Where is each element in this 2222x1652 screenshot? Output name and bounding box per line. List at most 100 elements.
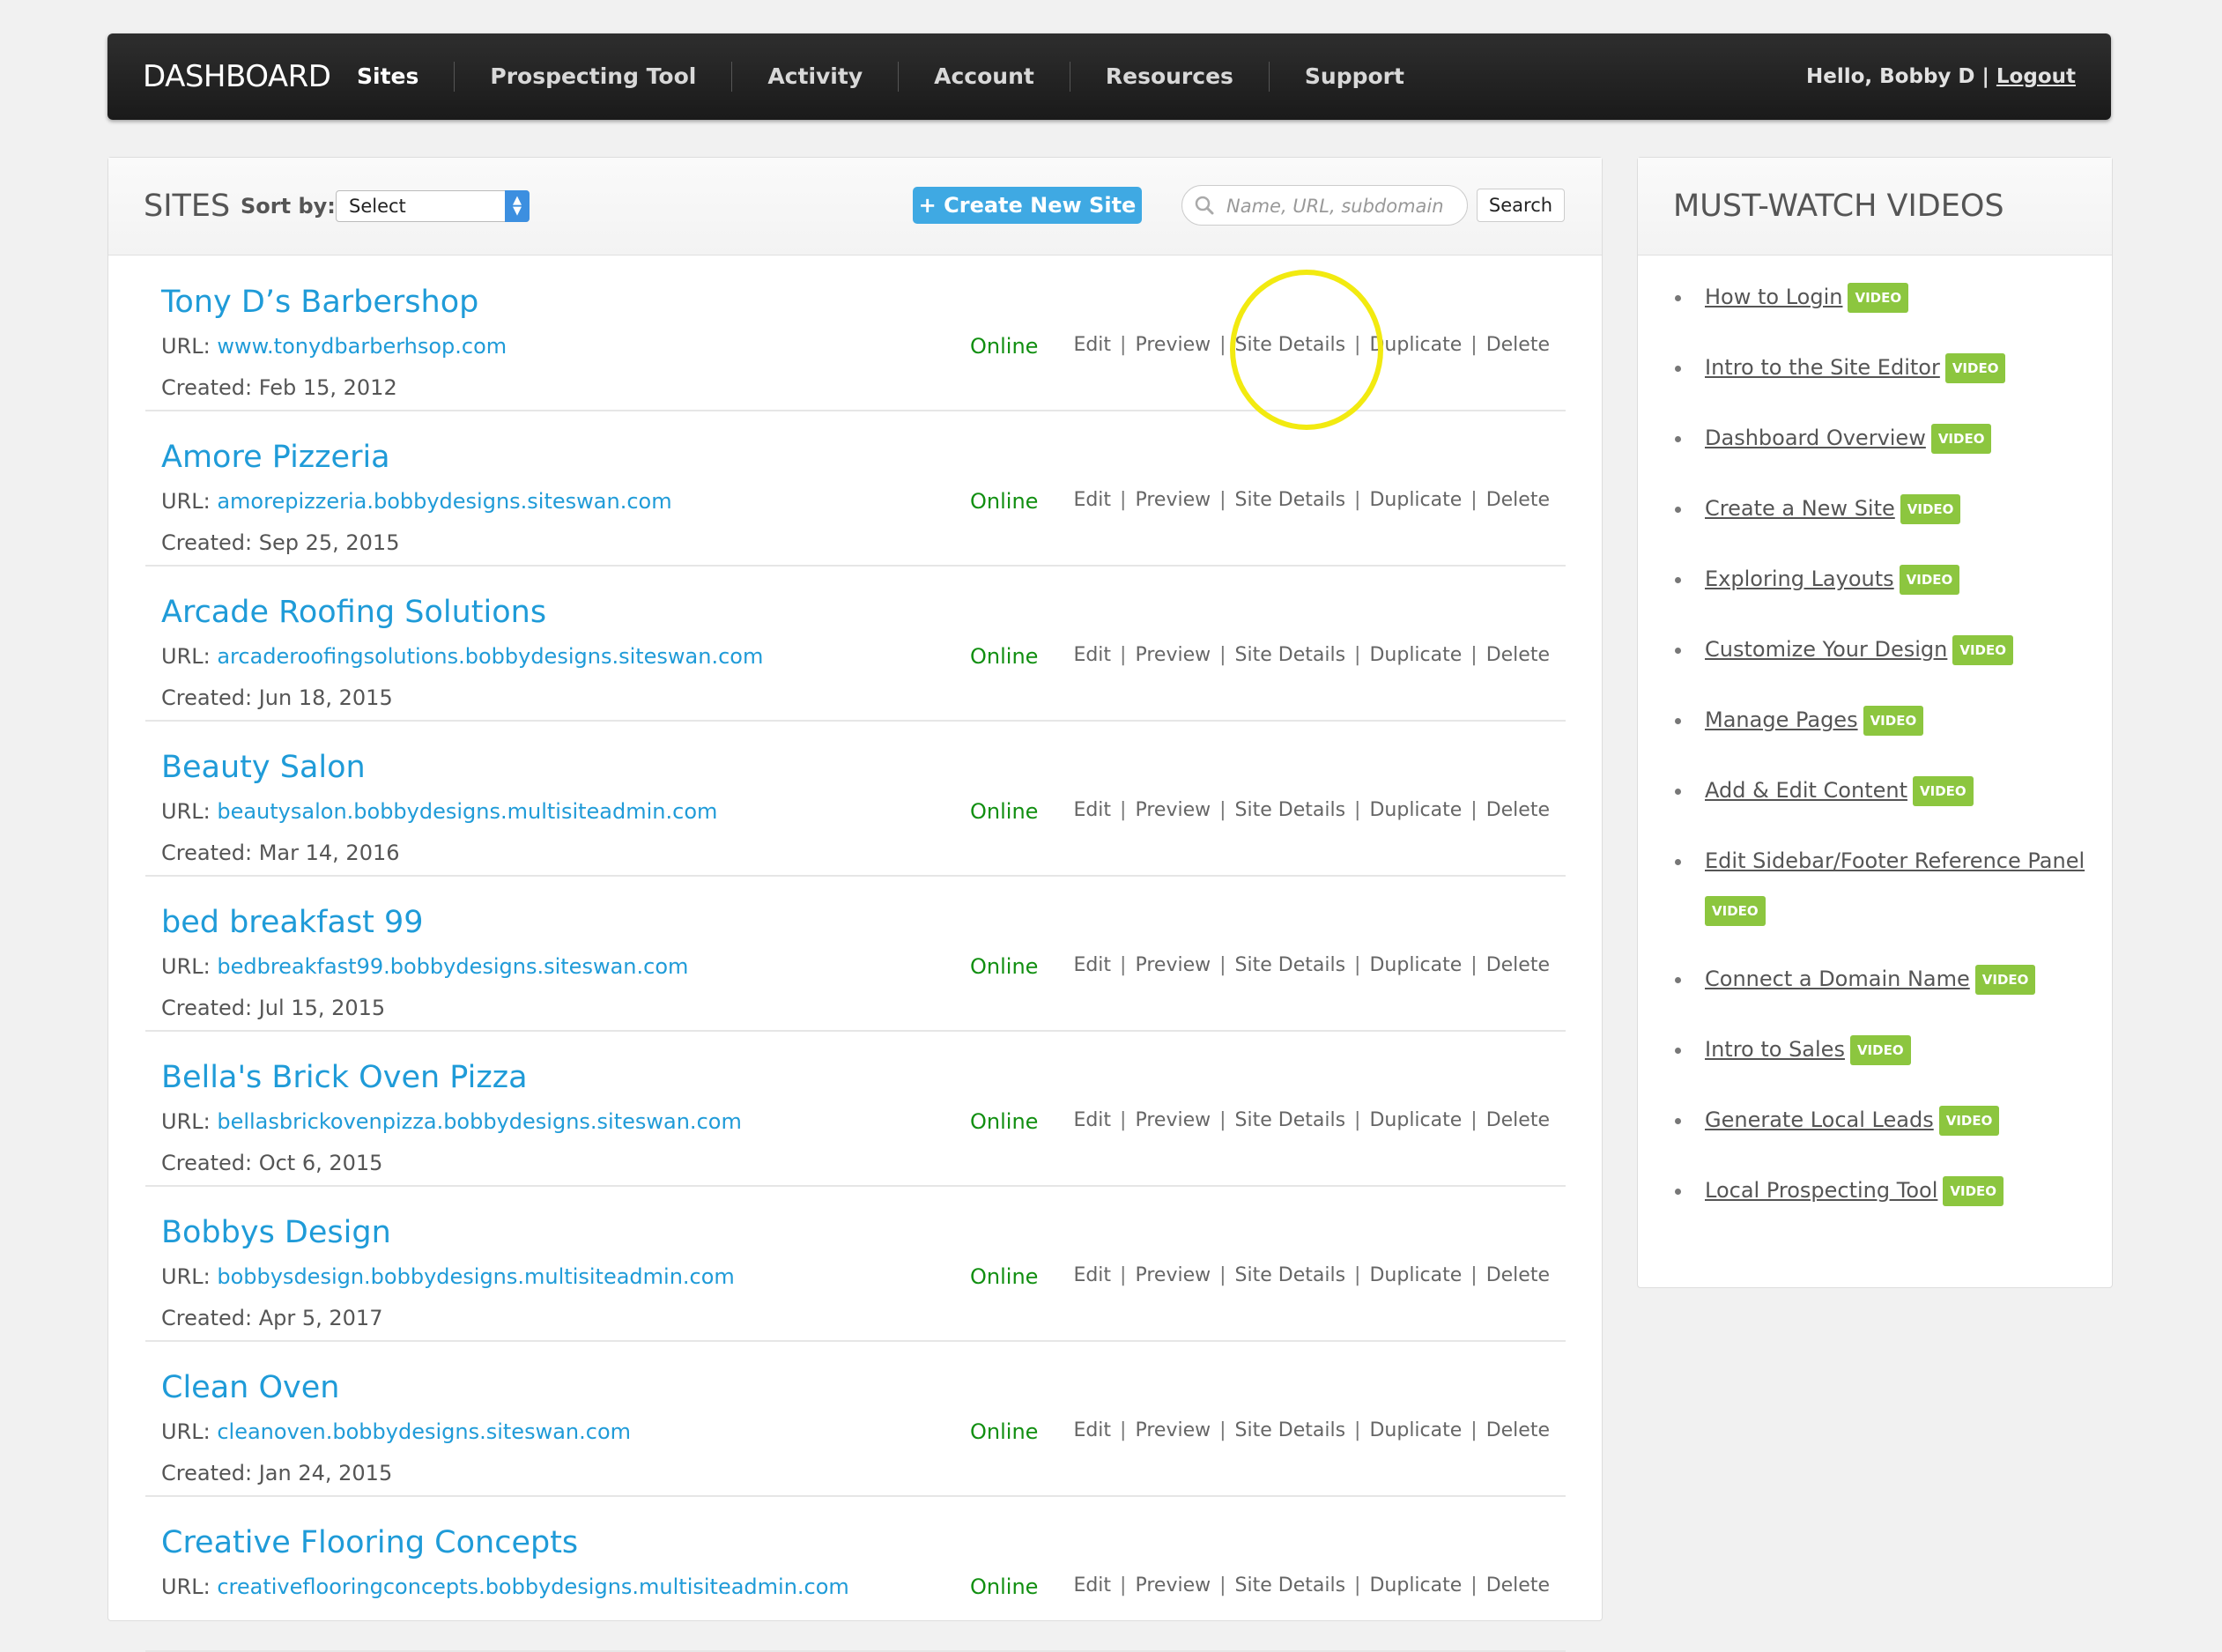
- delete-link[interactable]: Delete: [1486, 799, 1550, 821]
- nav-item-prospecting-tool[interactable]: Prospecting Tool: [455, 62, 733, 92]
- preview-link[interactable]: Preview: [1135, 1264, 1211, 1286]
- dashboard-brand[interactable]: DASHBOARD: [143, 33, 331, 120]
- duplicate-link[interactable]: Duplicate: [1369, 1419, 1462, 1441]
- video-link[interactable]: Create a New Site: [1705, 496, 1895, 521]
- edit-link[interactable]: Edit: [1073, 334, 1111, 356]
- duplicate-link[interactable]: Duplicate: [1369, 1574, 1462, 1596]
- site-url-link[interactable]: cleanoven.bobbydesigns.siteswan.com: [217, 1419, 631, 1444]
- site-name-link[interactable]: Amore Pizzeria: [161, 440, 390, 475]
- duplicate-link[interactable]: Duplicate: [1369, 1264, 1462, 1286]
- video-link[interactable]: Edit Sidebar/Footer Reference Panel: [1705, 848, 2085, 873]
- delete-link[interactable]: Delete: [1486, 954, 1550, 976]
- nav-item-support[interactable]: Support: [1270, 62, 1440, 92]
- edit-link[interactable]: Edit: [1073, 644, 1111, 666]
- delete-link[interactable]: Delete: [1486, 1574, 1550, 1596]
- search-button[interactable]: Search: [1477, 189, 1565, 222]
- site-details-link[interactable]: Site Details: [1235, 954, 1346, 976]
- video-badge[interactable]: VIDEO: [1705, 896, 1766, 926]
- site-details-link[interactable]: Site Details: [1235, 1574, 1346, 1596]
- nav-item-account[interactable]: Account: [899, 62, 1070, 92]
- site-details-link[interactable]: Site Details: [1235, 644, 1346, 666]
- logout-link[interactable]: Logout: [1996, 65, 2076, 88]
- site-name-link[interactable]: Creative Flooring Concepts: [161, 1525, 578, 1560]
- search-field[interactable]: [1181, 185, 1468, 226]
- video-link[interactable]: Intro to the Site Editor: [1705, 355, 1940, 380]
- site-name-link[interactable]: Tony D’s Barbershop: [161, 285, 478, 320]
- duplicate-link[interactable]: Duplicate: [1369, 334, 1462, 356]
- preview-link[interactable]: Preview: [1135, 489, 1211, 511]
- nav-item-activity[interactable]: Activity: [732, 62, 900, 92]
- video-badge[interactable]: VIDEO: [1900, 494, 1961, 524]
- preview-link[interactable]: Preview: [1135, 1109, 1211, 1131]
- video-badge[interactable]: VIDEO: [1938, 1106, 2000, 1136]
- search-input[interactable]: [1225, 191, 1457, 221]
- video-badge[interactable]: VIDEO: [1863, 706, 1924, 736]
- edit-link[interactable]: Edit: [1073, 799, 1111, 821]
- edit-link[interactable]: Edit: [1073, 954, 1111, 976]
- video-link[interactable]: Local Prospecting Tool: [1705, 1178, 1937, 1203]
- video-badge[interactable]: VIDEO: [1944, 353, 2006, 383]
- site-url-link[interactable]: www.tonydbarberhsop.com: [217, 334, 507, 359]
- site-details-link[interactable]: Site Details: [1235, 1109, 1346, 1131]
- nav-item-sites[interactable]: Sites: [357, 62, 456, 92]
- preview-link[interactable]: Preview: [1135, 954, 1211, 976]
- duplicate-link[interactable]: Duplicate: [1369, 644, 1462, 666]
- delete-link[interactable]: Delete: [1486, 1264, 1550, 1286]
- sort-by-select[interactable]: Select ▲ ▼: [336, 190, 530, 222]
- delete-link[interactable]: Delete: [1486, 644, 1550, 666]
- video-link[interactable]: Intro to Sales: [1705, 1037, 1845, 1062]
- edit-link[interactable]: Edit: [1073, 1419, 1111, 1441]
- video-link[interactable]: How to Login: [1705, 285, 1842, 309]
- edit-link[interactable]: Edit: [1073, 1574, 1111, 1596]
- video-badge[interactable]: VIDEO: [1930, 424, 1992, 454]
- video-badge[interactable]: VIDEO: [1849, 1035, 1911, 1065]
- video-link[interactable]: Add & Edit Content: [1705, 778, 1907, 803]
- video-link[interactable]: Manage Pages: [1705, 707, 1858, 732]
- preview-link[interactable]: Preview: [1135, 334, 1211, 356]
- site-name-link[interactable]: Arcade Roofing Solutions: [161, 595, 546, 630]
- video-link[interactable]: Generate Local Leads: [1705, 1108, 1934, 1132]
- delete-link[interactable]: Delete: [1486, 1419, 1550, 1441]
- site-name-link[interactable]: Bobbys Design: [161, 1215, 391, 1250]
- delete-link[interactable]: Delete: [1486, 489, 1550, 511]
- site-url-link[interactable]: arcaderoofingsolutions.bobbydesigns.site…: [217, 644, 763, 669]
- site-name-link[interactable]: bed breakfast 99: [161, 905, 424, 940]
- delete-link[interactable]: Delete: [1486, 1109, 1550, 1131]
- video-link[interactable]: Connect a Domain Name: [1705, 967, 1970, 991]
- create-new-site-button[interactable]: + Create New Site: [913, 187, 1142, 224]
- preview-link[interactable]: Preview: [1135, 1574, 1211, 1596]
- site-url-link[interactable]: creativeflooringconcepts.bobbydesigns.mu…: [217, 1574, 848, 1599]
- video-badge[interactable]: VIDEO: [1848, 283, 1909, 313]
- video-badge[interactable]: VIDEO: [1952, 635, 2013, 665]
- edit-link[interactable]: Edit: [1073, 1109, 1111, 1131]
- duplicate-link[interactable]: Duplicate: [1369, 954, 1462, 976]
- site-url-link[interactable]: bobbysdesign.bobbydesigns.multisiteadmin…: [217, 1264, 734, 1289]
- edit-link[interactable]: Edit: [1073, 1264, 1111, 1286]
- duplicate-link[interactable]: Duplicate: [1369, 1109, 1462, 1131]
- site-name-link[interactable]: Clean Oven: [161, 1370, 339, 1405]
- edit-link[interactable]: Edit: [1073, 489, 1111, 511]
- preview-link[interactable]: Preview: [1135, 1419, 1211, 1441]
- site-url-link[interactable]: amorepizzeria.bobbydesigns.siteswan.com: [217, 489, 671, 514]
- nav-item-resources[interactable]: Resources: [1070, 62, 1270, 92]
- video-link[interactable]: Customize Your Design: [1705, 637, 1947, 662]
- video-link[interactable]: Dashboard Overview: [1705, 426, 1926, 450]
- duplicate-link[interactable]: Duplicate: [1369, 489, 1462, 511]
- preview-link[interactable]: Preview: [1135, 799, 1211, 821]
- site-details-link[interactable]: Site Details: [1235, 334, 1346, 356]
- video-link[interactable]: Exploring Layouts: [1705, 567, 1894, 591]
- video-badge[interactable]: VIDEO: [1974, 965, 2036, 995]
- site-url-link[interactable]: beautysalon.bobbydesigns.multisiteadmin.…: [217, 799, 717, 824]
- video-badge[interactable]: VIDEO: [1899, 565, 1960, 595]
- video-badge[interactable]: VIDEO: [1943, 1176, 2004, 1206]
- site-details-link[interactable]: Site Details: [1235, 489, 1346, 511]
- video-badge[interactable]: VIDEO: [1913, 776, 1974, 806]
- site-url-link[interactable]: bedbreakfast99.bobbydesigns.siteswan.com: [217, 954, 688, 979]
- site-name-link[interactable]: Bella's Brick Oven Pizza: [161, 1060, 528, 1095]
- site-details-link[interactable]: Site Details: [1235, 1419, 1346, 1441]
- site-details-link[interactable]: Site Details: [1235, 799, 1346, 821]
- site-name-link[interactable]: Beauty Salon: [161, 750, 366, 785]
- preview-link[interactable]: Preview: [1135, 644, 1211, 666]
- delete-link[interactable]: Delete: [1486, 334, 1550, 356]
- site-details-link[interactable]: Site Details: [1235, 1264, 1346, 1286]
